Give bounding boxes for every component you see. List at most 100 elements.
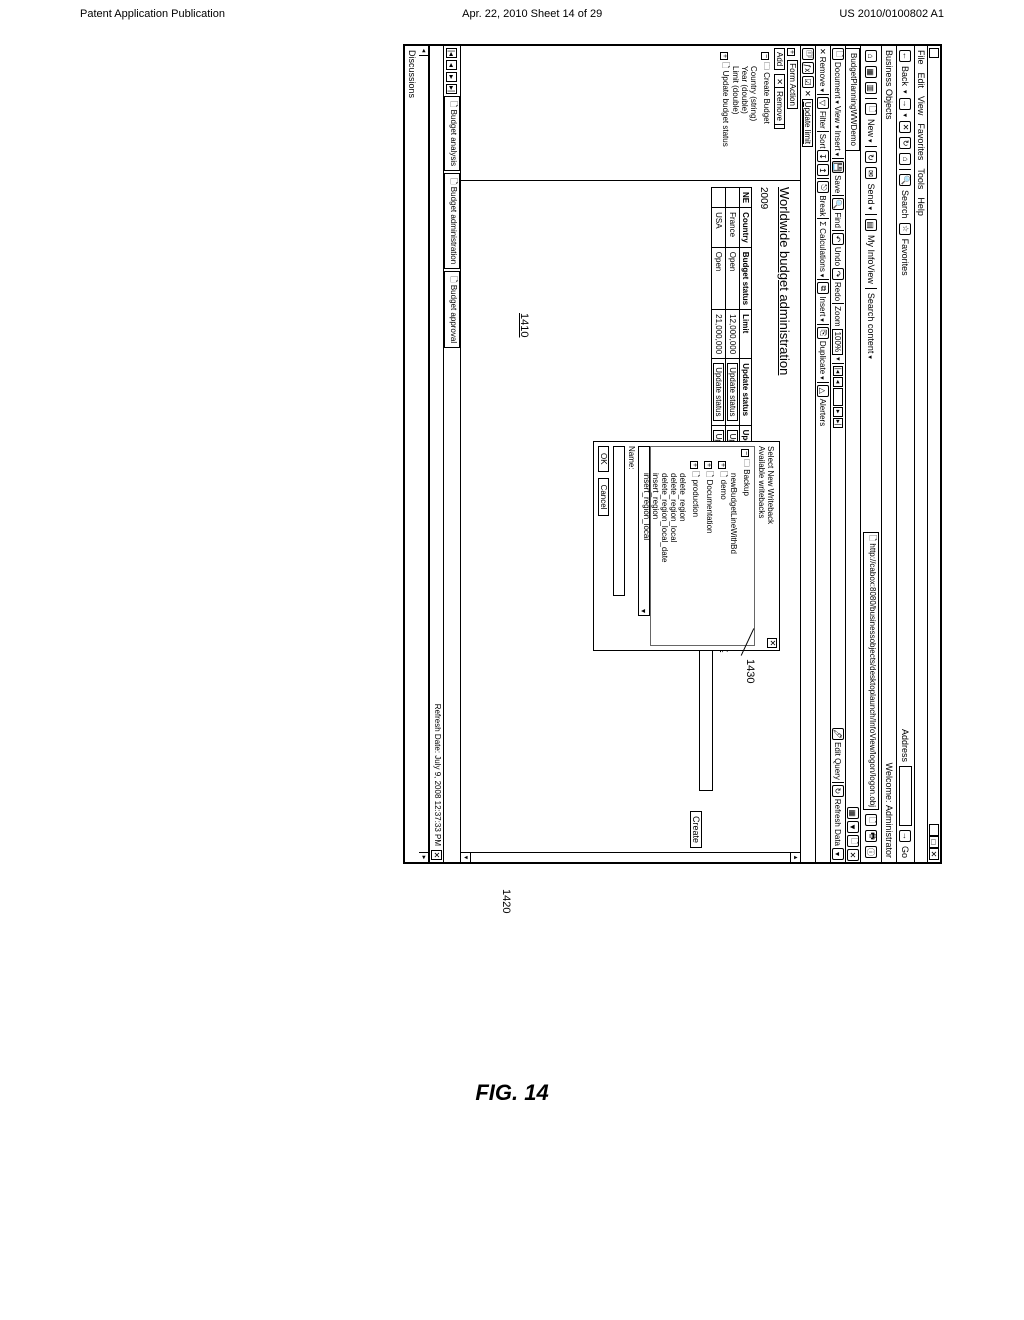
refresh-data-label[interactable]: Refresh Data (834, 799, 843, 846)
list-item[interactable]: Documentation (705, 480, 714, 534)
close-button[interactable]: ✕ (929, 848, 939, 860)
first-page-button[interactable]: |◂ (833, 366, 843, 376)
tree-root[interactable]: Create Budget (762, 72, 771, 124)
limit-input[interactable] (699, 631, 713, 791)
edit-query-icon[interactable]: 🖊 (832, 728, 844, 740)
tab-prev-button[interactable]: ◂ (447, 60, 458, 70)
stop-icon[interactable]: ✕ (900, 121, 912, 133)
sort-asc-icon[interactable]: ↧ (817, 150, 829, 162)
send-icon[interactable]: ✉ (865, 167, 877, 179)
tree-leaf[interactable]: Year (double) (740, 52, 749, 178)
duplicate-label[interactable]: Duplicate (819, 341, 828, 380)
sort-label[interactable]: Sort (819, 134, 828, 149)
discussions-bar[interactable]: Discussions (405, 46, 419, 862)
list-item[interactable]: Backup (742, 469, 751, 496)
search-label[interactable]: Search (901, 190, 911, 219)
refresh-data-icon[interactable]: ↻ (832, 785, 844, 797)
dialog-close-icon[interactable]: ✕ (767, 638, 777, 648)
address-input[interactable] (899, 766, 912, 826)
remove-label[interactable]: Remove (819, 57, 828, 92)
update-status-button[interactable]: Update status (713, 363, 724, 420)
back-icon[interactable]: ← (900, 50, 912, 62)
page-input[interactable] (833, 388, 843, 406)
redo-label[interactable]: Redo (834, 282, 843, 301)
undo-icon[interactable]: ↶ (832, 233, 844, 245)
alerters-icon[interactable]: △ (817, 385, 829, 397)
duplicate-icon[interactable]: ⎘ (817, 327, 829, 339)
filter-label[interactable]: Filter (819, 111, 828, 129)
sigma-icon[interactable]: Σ (819, 221, 828, 226)
tool-a-icon[interactable]: 🗊 (802, 48, 814, 60)
tab-last-button[interactable]: ▸| (447, 84, 458, 94)
list-item[interactable]: production (691, 480, 700, 517)
minimize-button[interactable]: _ (929, 824, 939, 836)
menu-tools[interactable]: Tools (916, 168, 926, 189)
favorites-icon[interactable]: ☆ (900, 223, 912, 235)
add-button[interactable]: Add (774, 48, 785, 70)
view-mode3-icon[interactable]: 🗋 (847, 835, 859, 847)
last-page-button[interactable]: ▸| (833, 418, 843, 428)
tab-first-button[interactable]: |◂ (447, 48, 458, 58)
menu-favorites[interactable]: Favorites (916, 123, 926, 160)
favorites-label[interactable]: Favorites (901, 239, 911, 276)
toggle1-icon[interactable]: ▦ (865, 66, 877, 78)
tree-expand-icon[interactable]: + (720, 52, 728, 60)
undo-label[interactable]: Undo (834, 247, 843, 266)
list-item[interactable]: insert_region (651, 449, 660, 643)
reload-icon[interactable]: ↻ (865, 151, 877, 163)
prev-page-button[interactable]: ◂ (833, 377, 843, 387)
go-icon[interactable]: → (900, 830, 912, 842)
list-item[interactable]: demo (719, 480, 728, 500)
insert2-icon[interactable]: ⧉ (817, 282, 829, 294)
cancel-button[interactable]: Cancel (598, 478, 609, 517)
filter-icon[interactable]: ▽ (817, 97, 829, 109)
menu-help[interactable]: Help (916, 197, 926, 216)
view-mode1-icon[interactable]: ▦ (847, 807, 859, 819)
zoom-dd[interactable]: ▾ (834, 357, 842, 361)
find-icon[interactable]: 🔍 (832, 198, 844, 210)
view-menu[interactable]: View (834, 106, 843, 129)
refresh-dd-icon[interactable]: ▾ (832, 848, 844, 860)
sort-desc-icon[interactable]: ↥ (817, 164, 829, 176)
ok-button[interactable]: OK (598, 446, 609, 472)
break-label[interactable]: Break (819, 195, 828, 216)
writeback-list[interactable]: −🗀 Backup newBudgetLineWithBd +🗋 demo +🗋… (650, 446, 755, 646)
list-item[interactable]: delete_region_local (669, 449, 678, 643)
edit-query-label[interactable]: Edit Query (834, 742, 843, 780)
tool-c-icon[interactable]: ☑ (802, 76, 814, 88)
insert2-label[interactable]: Insert (819, 296, 828, 321)
maximize-button[interactable]: □ (929, 836, 939, 848)
break-icon[interactable]: ⎋ (817, 181, 829, 193)
go-label[interactable]: Go (901, 846, 911, 858)
help-icon[interactable]: ⓘ (865, 846, 877, 858)
tree-collapse-icon[interactable]: − (761, 52, 769, 60)
print-icon[interactable]: 🖶 (865, 830, 877, 842)
update-limit-cell[interactable]: Update limit (803, 99, 814, 147)
tab-budget-approval[interactable]: 🗋 Budget approval (444, 271, 460, 348)
horizontal-scrollbar[interactable]: ◂▸ (419, 46, 429, 862)
doc-icon[interactable]: 🗋 (832, 48, 844, 60)
close-doc-icon[interactable]: ✕ (847, 849, 859, 861)
tab-budget-administration[interactable]: 🗋 Budget administration (444, 173, 460, 269)
toggle2-icon[interactable]: ▥ (865, 82, 877, 94)
view-mode2-icon[interactable]: ▼ (847, 821, 859, 833)
document-tab[interactable]: BudgetPlanningWWDemo (846, 48, 860, 151)
next-page-button[interactable]: ▸ (833, 407, 843, 417)
home-icon[interactable]: ⌂ (900, 153, 912, 165)
home2-icon[interactable]: ⌂ (865, 50, 877, 62)
list-item[interactable]: delete_region_local_date (660, 449, 669, 643)
menu-file[interactable]: File (916, 50, 926, 65)
new-icon[interactable]: 🗋 (865, 103, 877, 115)
alerters-label[interactable]: Alerters (819, 399, 828, 427)
tab-budget-analysis[interactable]: 🗋 Budget analysis (444, 96, 460, 171)
remove-button[interactable]: ✕ Remove (774, 74, 785, 129)
list-item[interactable]: newBudgetLineWithBd (729, 449, 738, 643)
tree-leaf[interactable]: Update budget status (721, 71, 730, 147)
menu-view[interactable]: View (916, 96, 926, 115)
new-label[interactable]: New (866, 119, 876, 142)
document-menu[interactable]: Document (834, 62, 843, 104)
save-icon[interactable]: 💾 (832, 161, 844, 173)
tool-x-icon[interactable]: ✕ (804, 90, 813, 97)
tool-b-icon[interactable]: ƒx (802, 62, 814, 74)
create-button[interactable]: Create (690, 811, 702, 848)
